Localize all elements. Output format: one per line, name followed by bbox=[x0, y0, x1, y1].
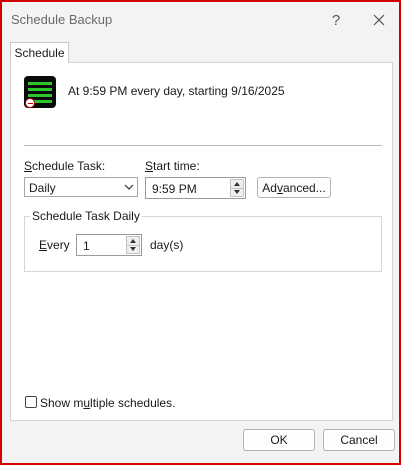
badge-icon bbox=[25, 98, 35, 108]
schedule-backup-dialog: Schedule Backup ? Schedule At 9:59 PM ev… bbox=[0, 0, 401, 465]
tab-schedule[interactable]: Schedule bbox=[10, 42, 69, 63]
advanced-button-label: Advanced... bbox=[262, 180, 326, 195]
schedule-task-label: Schedule Task: bbox=[24, 159, 106, 173]
start-time-label: Start time: bbox=[145, 159, 200, 173]
start-time-field[interactable]: 9:59 PM bbox=[145, 177, 246, 199]
start-time-up-button[interactable] bbox=[230, 179, 244, 189]
schedule-task-value: Daily bbox=[29, 181, 56, 195]
scheduled-task-icon bbox=[24, 76, 56, 108]
help-icon: ? bbox=[331, 11, 341, 29]
window-title: Schedule Backup bbox=[11, 12, 113, 27]
chevron-down-icon bbox=[124, 184, 134, 190]
schedule-summary: At 9:59 PM every day, starting 9/16/2025 bbox=[68, 84, 285, 98]
schedule-task-select[interactable]: Daily bbox=[24, 177, 138, 197]
every-label: Every bbox=[39, 238, 70, 252]
spin-up-icon bbox=[234, 181, 240, 186]
spin-down-icon bbox=[234, 190, 240, 195]
show-multiple-schedules-label[interactable]: Show multiple schedules. bbox=[40, 396, 175, 410]
days-up-button[interactable] bbox=[126, 236, 140, 246]
show-multiple-schedules-checkbox[interactable] bbox=[25, 396, 37, 408]
tab-schedule-label: Schedule bbox=[14, 46, 65, 60]
help-button[interactable]: ? bbox=[320, 6, 352, 34]
divider bbox=[24, 145, 382, 146]
days-interval-field[interactable]: 1 bbox=[76, 234, 142, 256]
start-time-down-button[interactable] bbox=[230, 188, 244, 197]
ok-button-label: OK bbox=[270, 433, 288, 447]
days-interval-value: 1 bbox=[83, 239, 90, 253]
spin-up-icon bbox=[130, 238, 136, 243]
title-bar: Schedule Backup ? bbox=[2, 2, 399, 38]
advanced-button[interactable]: Advanced... bbox=[257, 177, 331, 198]
ok-button[interactable]: OK bbox=[243, 429, 315, 451]
close-icon bbox=[373, 14, 385, 26]
start-time-value: 9:59 PM bbox=[152, 182, 197, 196]
cancel-button-label: Cancel bbox=[340, 433, 378, 447]
cancel-button[interactable]: Cancel bbox=[323, 429, 395, 451]
group-title: Schedule Task Daily bbox=[30, 209, 142, 223]
days-down-button[interactable] bbox=[126, 245, 140, 254]
spin-down-icon bbox=[130, 247, 136, 252]
close-button[interactable] bbox=[363, 6, 395, 34]
days-unit-label: day(s) bbox=[150, 238, 184, 252]
